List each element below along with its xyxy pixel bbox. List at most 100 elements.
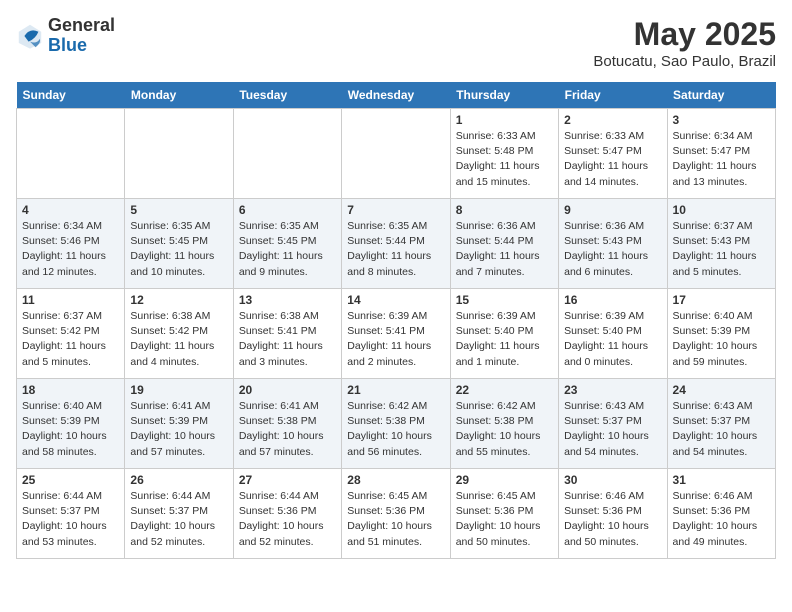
calendar-cell: 11 Sunrise: 6:37 AM Sunset: 5:42 PM Dayli… xyxy=(17,289,125,379)
location-subtitle: Botucatu, Sao Paulo, Brazil xyxy=(593,53,776,70)
day-info: Sunrise: 6:40 AM Sunset: 5:39 PM Dayligh… xyxy=(22,399,119,460)
day-number: 16 xyxy=(564,293,661,307)
day-header-saturday: Saturday xyxy=(667,82,775,109)
day-number: 15 xyxy=(456,293,553,307)
calendar-header: SundayMondayTuesdayWednesdayThursdayFrid… xyxy=(17,82,776,109)
calendar-cell: 8Sunrise: 6:36 AM Sunset: 5:44 PM Daylig… xyxy=(450,199,558,289)
day-number: 6 xyxy=(239,203,336,217)
day-info: Sunrise: 6:46 AM Sunset: 5:36 PM Dayligh… xyxy=(564,489,661,550)
calendar-cell: 10Sunrise: 6:37 AM Sunset: 5:43 PM Dayli… xyxy=(667,199,775,289)
calendar-cell: 17 Sunrise: 6:40 AM Sunset: 5:39 PM Dayli… xyxy=(667,289,775,379)
day-number: 9 xyxy=(564,203,661,217)
day-number: 7 xyxy=(347,203,444,217)
day-info: Sunrise: 6:46 AM Sunset: 5:36 PM Dayligh… xyxy=(673,489,770,550)
header-row: SundayMondayTuesdayWednesdayThursdayFrid… xyxy=(17,82,776,109)
day-info: Sunrise: 6:36 AM Sunset: 5:43 PM Dayligh… xyxy=(564,219,661,280)
month-year-title: May 2025 xyxy=(593,16,776,53)
calendar-cell: 18 Sunrise: 6:40 AM Sunset: 5:39 PM Dayli… xyxy=(17,379,125,469)
week-row-1: 1 Sunrise: 6:33 AM Sunset: 5:48 PM Daylig… xyxy=(17,109,776,199)
calendar-cell: 4 Sunrise: 6:34 AM Sunset: 5:46 PM Daylig… xyxy=(17,199,125,289)
week-row-5: 25 Sunrise: 6:44 AM Sunset: 5:37 PM Dayli… xyxy=(17,469,776,559)
day-number: 11 xyxy=(22,293,119,307)
day-info: Sunrise: 6:45 AM Sunset: 5:36 PM Dayligh… xyxy=(456,489,553,550)
day-header-sunday: Sunday xyxy=(17,82,125,109)
day-info: Sunrise: 6:39 AM Sunset: 5:41 PM Dayligh… xyxy=(347,309,444,370)
day-info: Sunrise: 6:41 AM Sunset: 5:38 PM Dayligh… xyxy=(239,399,336,460)
calendar-cell: 9 Sunrise: 6:36 AM Sunset: 5:43 PM Daylig… xyxy=(559,199,667,289)
calendar-cell xyxy=(125,109,233,199)
calendar-cell: 3Sunrise: 6:34 AM Sunset: 5:47 PM Daylig… xyxy=(667,109,775,199)
day-header-monday: Monday xyxy=(125,82,233,109)
calendar-cell: 5Sunrise: 6:35 AM Sunset: 5:45 PM Daylig… xyxy=(125,199,233,289)
calendar-cell: 1 Sunrise: 6:33 AM Sunset: 5:48 PM Daylig… xyxy=(450,109,558,199)
calendar-cell: 25 Sunrise: 6:44 AM Sunset: 5:37 PM Dayli… xyxy=(17,469,125,559)
calendar-cell: 24 Sunrise: 6:43 AM Sunset: 5:37 PM Dayli… xyxy=(667,379,775,469)
day-number: 22 xyxy=(456,383,553,397)
day-info: Sunrise: 6:42 AM Sunset: 5:38 PM Dayligh… xyxy=(347,399,444,460)
day-number: 26 xyxy=(130,473,227,487)
logo-general-text: General xyxy=(48,15,115,35)
day-number: 8 xyxy=(456,203,553,217)
calendar-cell xyxy=(342,109,450,199)
calendar-table: SundayMondayTuesdayWednesdayThursdayFrid… xyxy=(16,82,776,559)
calendar-cell: 22 Sunrise: 6:42 AM Sunset: 5:38 PM Dayli… xyxy=(450,379,558,469)
day-number: 17 xyxy=(673,293,770,307)
day-number: 10 xyxy=(673,203,770,217)
calendar-cell: 20 Sunrise: 6:41 AM Sunset: 5:38 PM Dayli… xyxy=(233,379,341,469)
day-info: Sunrise: 6:42 AM Sunset: 5:38 PM Dayligh… xyxy=(456,399,553,460)
day-info: Sunrise: 6:37 AM Sunset: 5:42 PM Dayligh… xyxy=(22,309,119,370)
calendar-cell: 29 Sunrise: 6:45 AM Sunset: 5:36 PM Dayli… xyxy=(450,469,558,559)
calendar-cell: 30 Sunrise: 6:46 AM Sunset: 5:36 PM Dayli… xyxy=(559,469,667,559)
day-number: 2 xyxy=(564,113,661,127)
calendar-cell: 7 Sunrise: 6:35 AM Sunset: 5:44 PM Daylig… xyxy=(342,199,450,289)
week-row-2: 4 Sunrise: 6:34 AM Sunset: 5:46 PM Daylig… xyxy=(17,199,776,289)
logo-icon xyxy=(16,22,44,50)
calendar-cell: 14 Sunrise: 6:39 AM Sunset: 5:41 PM Dayli… xyxy=(342,289,450,379)
day-info: Sunrise: 6:35 AM Sunset: 5:44 PM Dayligh… xyxy=(347,219,444,280)
day-number: 12 xyxy=(130,293,227,307)
calendar-cell: 28Sunrise: 6:45 AM Sunset: 5:36 PM Dayli… xyxy=(342,469,450,559)
calendar-body: 1 Sunrise: 6:33 AM Sunset: 5:48 PM Daylig… xyxy=(17,109,776,559)
day-number: 27 xyxy=(239,473,336,487)
day-info: Sunrise: 6:35 AM Sunset: 5:45 PM Dayligh… xyxy=(239,219,336,280)
day-number: 25 xyxy=(22,473,119,487)
day-info: Sunrise: 6:38 AM Sunset: 5:41 PM Dayligh… xyxy=(239,309,336,370)
calendar-cell: 26Sunrise: 6:44 AM Sunset: 5:37 PM Dayli… xyxy=(125,469,233,559)
day-info: Sunrise: 6:41 AM Sunset: 5:39 PM Dayligh… xyxy=(130,399,227,460)
day-number: 23 xyxy=(564,383,661,397)
calendar-cell: 27 Sunrise: 6:44 AM Sunset: 5:36 PM Dayli… xyxy=(233,469,341,559)
day-number: 4 xyxy=(22,203,119,217)
day-number: 24 xyxy=(673,383,770,397)
day-info: Sunrise: 6:44 AM Sunset: 5:36 PM Dayligh… xyxy=(239,489,336,550)
logo-blue-text: Blue xyxy=(48,35,87,55)
day-info: Sunrise: 6:33 AM Sunset: 5:48 PM Dayligh… xyxy=(456,129,553,190)
calendar-cell: 16 Sunrise: 6:39 AM Sunset: 5:40 PM Dayli… xyxy=(559,289,667,379)
calendar-cell xyxy=(17,109,125,199)
calendar-cell: 15 Sunrise: 6:39 AM Sunset: 5:40 PM Dayli… xyxy=(450,289,558,379)
day-info: Sunrise: 6:38 AM Sunset: 5:42 PM Dayligh… xyxy=(130,309,227,370)
calendar-cell: 19 Sunrise: 6:41 AM Sunset: 5:39 PM Dayli… xyxy=(125,379,233,469)
day-number: 29 xyxy=(456,473,553,487)
day-number: 1 xyxy=(456,113,553,127)
day-header-friday: Friday xyxy=(559,82,667,109)
day-info: Sunrise: 6:39 AM Sunset: 5:40 PM Dayligh… xyxy=(564,309,661,370)
day-number: 19 xyxy=(130,383,227,397)
day-number: 20 xyxy=(239,383,336,397)
week-row-4: 18 Sunrise: 6:40 AM Sunset: 5:39 PM Dayli… xyxy=(17,379,776,469)
day-info: Sunrise: 6:44 AM Sunset: 5:37 PM Dayligh… xyxy=(22,489,119,550)
day-info: Sunrise: 6:43 AM Sunset: 5:37 PM Dayligh… xyxy=(564,399,661,460)
day-info: Sunrise: 6:33 AM Sunset: 5:47 PM Dayligh… xyxy=(564,129,661,190)
day-header-wednesday: Wednesday xyxy=(342,82,450,109)
day-header-tuesday: Tuesday xyxy=(233,82,341,109)
day-number: 31 xyxy=(673,473,770,487)
day-number: 30 xyxy=(564,473,661,487)
day-number: 14 xyxy=(347,293,444,307)
calendar-cell: 2 Sunrise: 6:33 AM Sunset: 5:47 PM Daylig… xyxy=(559,109,667,199)
day-info: Sunrise: 6:39 AM Sunset: 5:40 PM Dayligh… xyxy=(456,309,553,370)
day-number: 18 xyxy=(22,383,119,397)
day-info: Sunrise: 6:43 AM Sunset: 5:37 PM Dayligh… xyxy=(673,399,770,460)
day-header-thursday: Thursday xyxy=(450,82,558,109)
day-number: 13 xyxy=(239,293,336,307)
day-info: Sunrise: 6:34 AM Sunset: 5:46 PM Dayligh… xyxy=(22,219,119,280)
day-info: Sunrise: 6:40 AM Sunset: 5:39 PM Dayligh… xyxy=(673,309,770,370)
